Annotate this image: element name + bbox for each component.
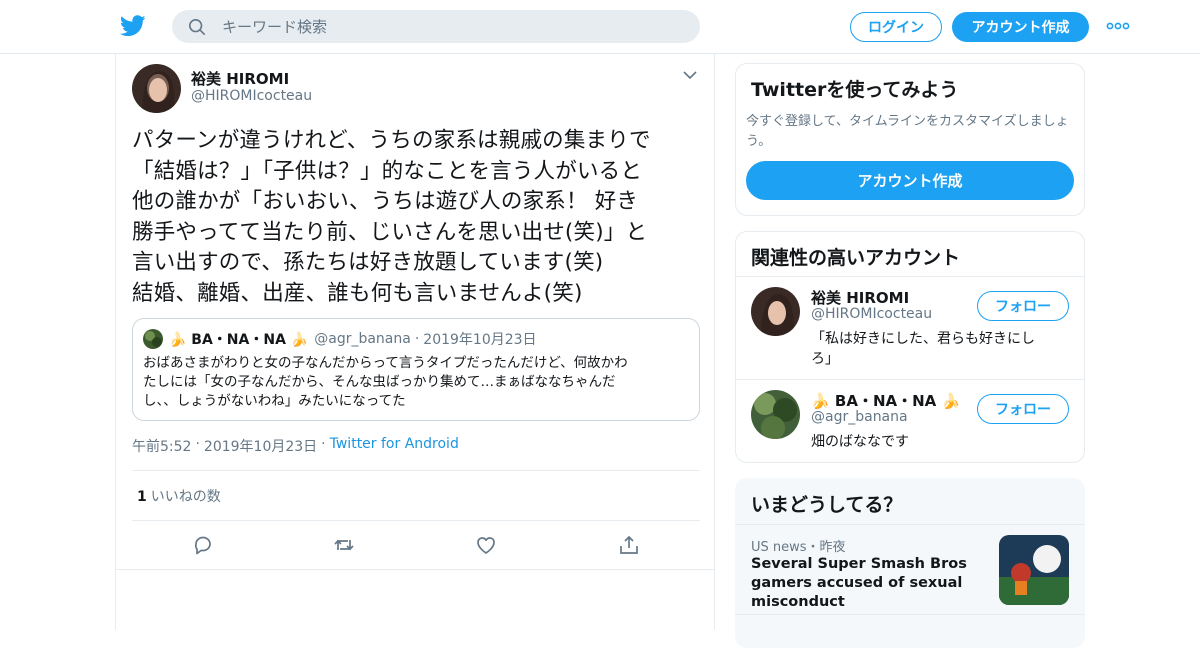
author-avatar[interactable] — [132, 64, 181, 113]
whats-happening-title: いまどうしてる？ — [751, 494, 903, 516]
top-bar: ログイン アカウント作成 — [0, 0, 1200, 54]
related-account-item[interactable]: 裕美 HIROMI @HIROMIcocteau 「私は好きにした、君らも好きに… — [736, 277, 1084, 379]
trend-thumbnail[interactable] — [999, 535, 1069, 605]
account-handle[interactable]: @agr_banana — [811, 409, 908, 425]
trend-headline[interactable]: Several Super Smash Bros gamers accused … — [751, 555, 996, 612]
quoted-text: おばあさまがわりと女の子なんだからって言うタイプだったんだけど、何故かわ たしに… — [143, 355, 628, 409]
trend-item-partial[interactable] — [735, 614, 1085, 648]
account-name[interactable]: 裕美 HIROMI — [811, 287, 909, 308]
follow-button[interactable]: フォロー — [977, 291, 1069, 321]
create-account-button[interactable]: アカウント作成 — [746, 161, 1074, 200]
tweet-time[interactable]: 午前5:52 — [132, 436, 191, 456]
signup-card: Twitterを使ってみよう 今すぐ登録して、タイムラインをカスタマイズしましょ… — [735, 63, 1085, 216]
share-icon[interactable] — [618, 534, 640, 556]
separator-dot: · — [195, 436, 200, 452]
search-box[interactable] — [172, 10, 700, 43]
related-accounts-title: 関連性の高いアカウント — [751, 247, 961, 269]
trend-category: US news・昨夜 — [751, 540, 846, 555]
tweet-actions — [116, 532, 716, 558]
author-name[interactable]: 裕美 HIROMI — [191, 68, 289, 89]
search-icon — [188, 18, 206, 35]
related-account-item[interactable]: 🍌 BA・NA・NA 🍌 @agr_banana 畑のばななです フォロー — [736, 379, 1084, 462]
retweet-icon[interactable] — [333, 534, 355, 556]
account-avatar[interactable] — [751, 287, 800, 336]
tweet-source-link[interactable]: Twitter for Android — [330, 436, 459, 456]
whats-happening-card: いまどうしてる？ US news・昨夜 Several Super Smash … — [735, 478, 1085, 648]
chevron-down-icon[interactable] — [682, 70, 698, 80]
divider — [116, 569, 714, 570]
quoted-author-name: 🍌 BA・NA・NA 🍌 — [169, 332, 309, 348]
tweet-meta: 午前5:52 · 2019年10月23日 · Twitter for Andro… — [132, 436, 459, 456]
quoted-author-handle: @agr_banana — [314, 331, 411, 347]
account-handle[interactable]: @HIROMIcocteau — [811, 306, 932, 322]
login-button[interactable]: ログイン — [850, 12, 942, 42]
quoted-tweet[interactable]: 🍌 BA・NA・NA 🍌 @agr_banana · 2019年10月23日 お… — [132, 318, 700, 421]
follow-button[interactable]: フォロー — [977, 394, 1069, 424]
more-options-icon[interactable] — [1106, 17, 1130, 35]
author-handle[interactable]: @HIROMIcocteau — [191, 88, 312, 104]
likes-label: いいねの数 — [150, 489, 221, 505]
signup-button[interactable]: アカウント作成 — [952, 12, 1089, 42]
signup-card-title: Twitterを使ってみよう — [751, 79, 959, 101]
tweet-text: パターンが違うけれど、うちの家系は親戚の集まりで 「結婚は？」「子供は？」的なこ… — [132, 128, 651, 306]
divider — [132, 520, 700, 521]
account-name[interactable]: 🍌 BA・NA・NA 🍌 — [811, 390, 960, 411]
signup-card-description: 今すぐ登録して、タイムラインをカスタマイズしましょう。 — [746, 114, 1069, 149]
quoted-author-avatar — [143, 329, 163, 349]
reply-icon[interactable] — [192, 534, 214, 556]
twitter-bird-icon[interactable] — [120, 14, 146, 38]
tweet-column: 裕美 HIROMI @HIROMIcocteau パターンが違うけれど、うちの家… — [115, 54, 715, 630]
account-avatar[interactable] — [751, 390, 800, 439]
likes-count[interactable]: 1 いいねの数 — [137, 486, 221, 506]
like-heart-icon[interactable] — [475, 534, 497, 556]
account-bio: 畑のばななです — [811, 434, 909, 450]
separator-dot: · — [321, 436, 326, 452]
quoted-date: 2019年10月23日 — [423, 332, 537, 348]
trend-item[interactable]: US news・昨夜 Several Super Smash Bros game… — [735, 524, 1085, 614]
tweet-date[interactable]: 2019年10月23日 — [204, 436, 317, 456]
separator-dot: · — [414, 331, 420, 347]
divider — [132, 470, 700, 471]
likes-number: 1 — [137, 489, 147, 505]
search-input[interactable] — [222, 17, 662, 36]
related-accounts-card: 関連性の高いアカウント 裕美 HIROMI @HIROMIcocteau 「私は… — [735, 231, 1085, 463]
account-bio: 「私は好きにした、君らも好きにしろ」 — [811, 331, 1035, 367]
